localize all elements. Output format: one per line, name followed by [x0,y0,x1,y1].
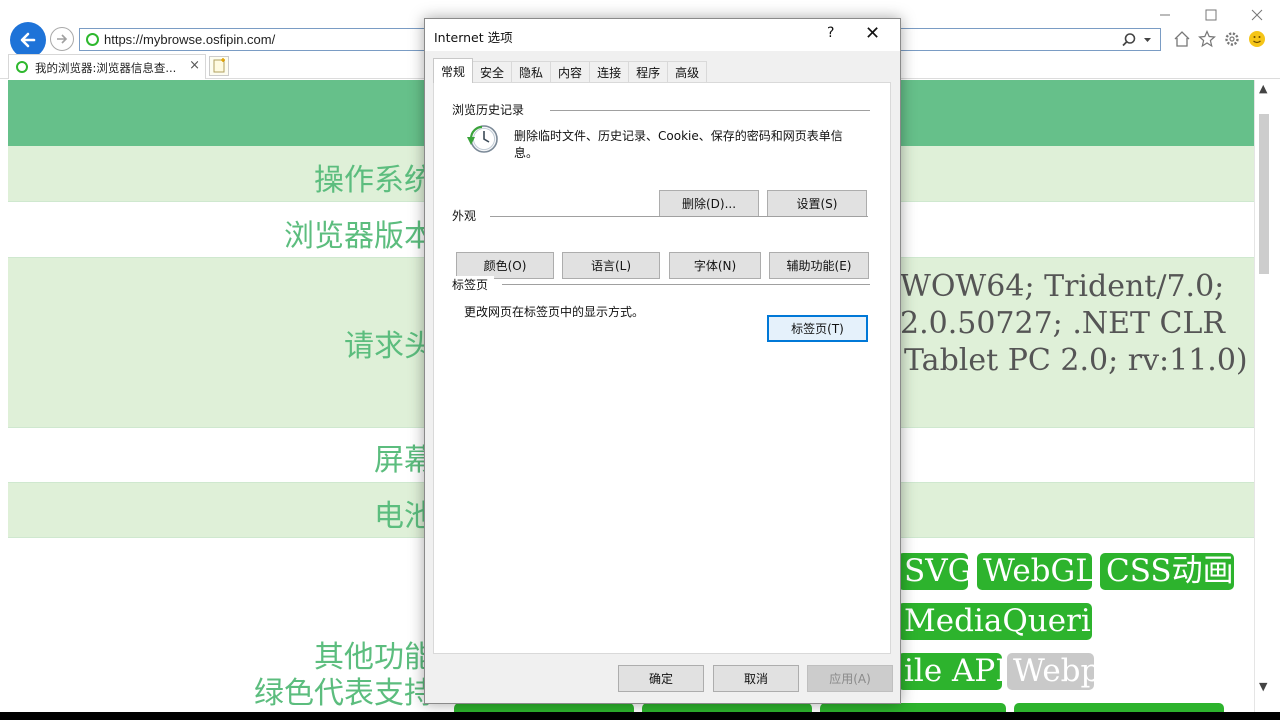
feature-badge [454,703,634,712]
settings-gear-icon[interactable] [1222,28,1242,50]
scrollbar-thumb[interactable] [1259,114,1269,274]
help-button[interactable]: ? [827,25,834,41]
divider [502,284,870,285]
general-tab-panel: 浏览历史记录 删除临时文件、历史记录、Cookie、保存的密码和网页表单信 息。… [433,82,891,654]
dialog-tabs: 常规 安全 隐私 内容 连接 程序 高级 [433,58,708,83]
apply-button[interactable]: 应用(A) [807,665,893,692]
tab-title: 我的浏览器:浏览器信息查... [35,61,177,75]
search-icon[interactable] [1121,32,1137,48]
site-icon [86,33,99,46]
feature-badge [1014,703,1224,712]
tab-content[interactable]: 内容 [550,61,591,83]
row-label: 请求头 [344,329,434,364]
tab-site-icon [16,61,28,73]
divider [490,216,868,217]
ua-line-2: 2.0.50727; .NET CLR [900,306,1226,341]
smiley-feedback-icon[interactable] [1247,28,1267,50]
tab-advanced[interactable]: 高级 [667,61,708,83]
dialog-close-button[interactable]: ✕ [865,23,880,44]
chevron-down-icon[interactable] [1143,32,1152,48]
ok-button[interactable]: 确定 [618,665,704,692]
browsing-history-icon [467,125,498,153]
home-icon[interactable] [1172,28,1192,50]
feature-badge: ile API [898,653,1002,690]
tab-connections[interactable]: 连接 [589,61,630,83]
tab-general[interactable]: 常规 [433,58,474,83]
minimize-button[interactable] [1142,0,1188,30]
fonts-button[interactable]: 字体(N) [669,252,761,279]
minimize-icon [1160,14,1170,16]
vertical-scrollbar[interactable]: ▲ ▼ [1254,80,1272,712]
internet-options-dialog: Internet 选项 ? ✕ 常规 安全 隐私 内容 连接 程序 高级 浏览历… [424,18,901,704]
colors-button[interactable]: 颜色(O) [456,252,554,279]
divider [550,110,870,111]
feature-badge [642,703,812,712]
ua-line-1: WOW64; Trident/7.0; [900,269,1225,304]
tab-security[interactable]: 安全 [472,61,513,83]
toolbar-icons [1172,28,1267,50]
new-tab-icon [213,58,225,73]
close-window-button[interactable] [1234,0,1280,30]
scroll-up-icon[interactable]: ▲ [1259,82,1267,95]
scroll-down-icon[interactable]: ▼ [1259,680,1267,693]
feature-badge: WebGL [977,553,1092,590]
maximize-button[interactable] [1188,0,1234,30]
tabs-description: 更改网页在标签页中的显示方式。 [464,305,645,319]
languages-button[interactable]: 语言(L) [562,252,660,279]
history-description-line2: 息。 [514,146,539,160]
appearance-heading: 外观 [452,207,483,224]
delete-history-button[interactable]: 删除(D)... [659,190,759,217]
feature-badge-unsupported: Webp [1007,653,1094,690]
forward-button[interactable] [50,27,74,51]
dialog-titlebar: Internet 选项 ? ✕ [425,19,900,51]
ua-line-3: Tablet PC 2.0; rv:11.0) [904,343,1248,378]
close-icon [1251,9,1263,21]
feature-badge: SVG [898,553,968,590]
favorites-star-icon[interactable] [1197,28,1217,50]
row-label-secondary: 绿色代表支持 [254,676,434,711]
address-tools [1121,32,1152,48]
accessibility-button[interactable]: 辅助功能(E) [769,252,869,279]
new-tab-button[interactable] [209,56,229,76]
feature-badge: CSS动画 [1100,553,1234,590]
window-controls [1142,0,1280,30]
feature-badge [820,703,1006,712]
row-label: 操作系统 [314,163,434,198]
browser-tab[interactable]: 我的浏览器:浏览器信息查... × [8,54,206,79]
tab-close-icon[interactable]: × [189,58,200,73]
tabs-heading: 标签页 [452,276,495,293]
cancel-button[interactable]: 取消 [713,665,799,692]
tabs-settings-button[interactable]: 标签页(T) [767,315,868,342]
dialog-title: Internet 选项 [434,30,513,45]
url-text[interactable]: https://mybrowse.osfipin.com/ [104,32,275,47]
history-settings-button[interactable]: 设置(S) [767,190,867,217]
tab-programs[interactable]: 程序 [628,61,669,83]
tab-privacy[interactable]: 隐私 [511,61,552,83]
history-heading: 浏览历史记录 [452,101,531,118]
maximize-icon [1205,9,1217,21]
row-label: 浏览器版本 [284,219,434,254]
forward-arrow-icon [57,34,68,44]
history-description-line1: 删除临时文件、历史记录、Cookie、保存的密码和网页表单信 [514,129,843,143]
back-arrow-icon [20,32,36,48]
feature-badge: MediaQueries [898,603,1092,640]
back-button[interactable] [10,22,46,58]
